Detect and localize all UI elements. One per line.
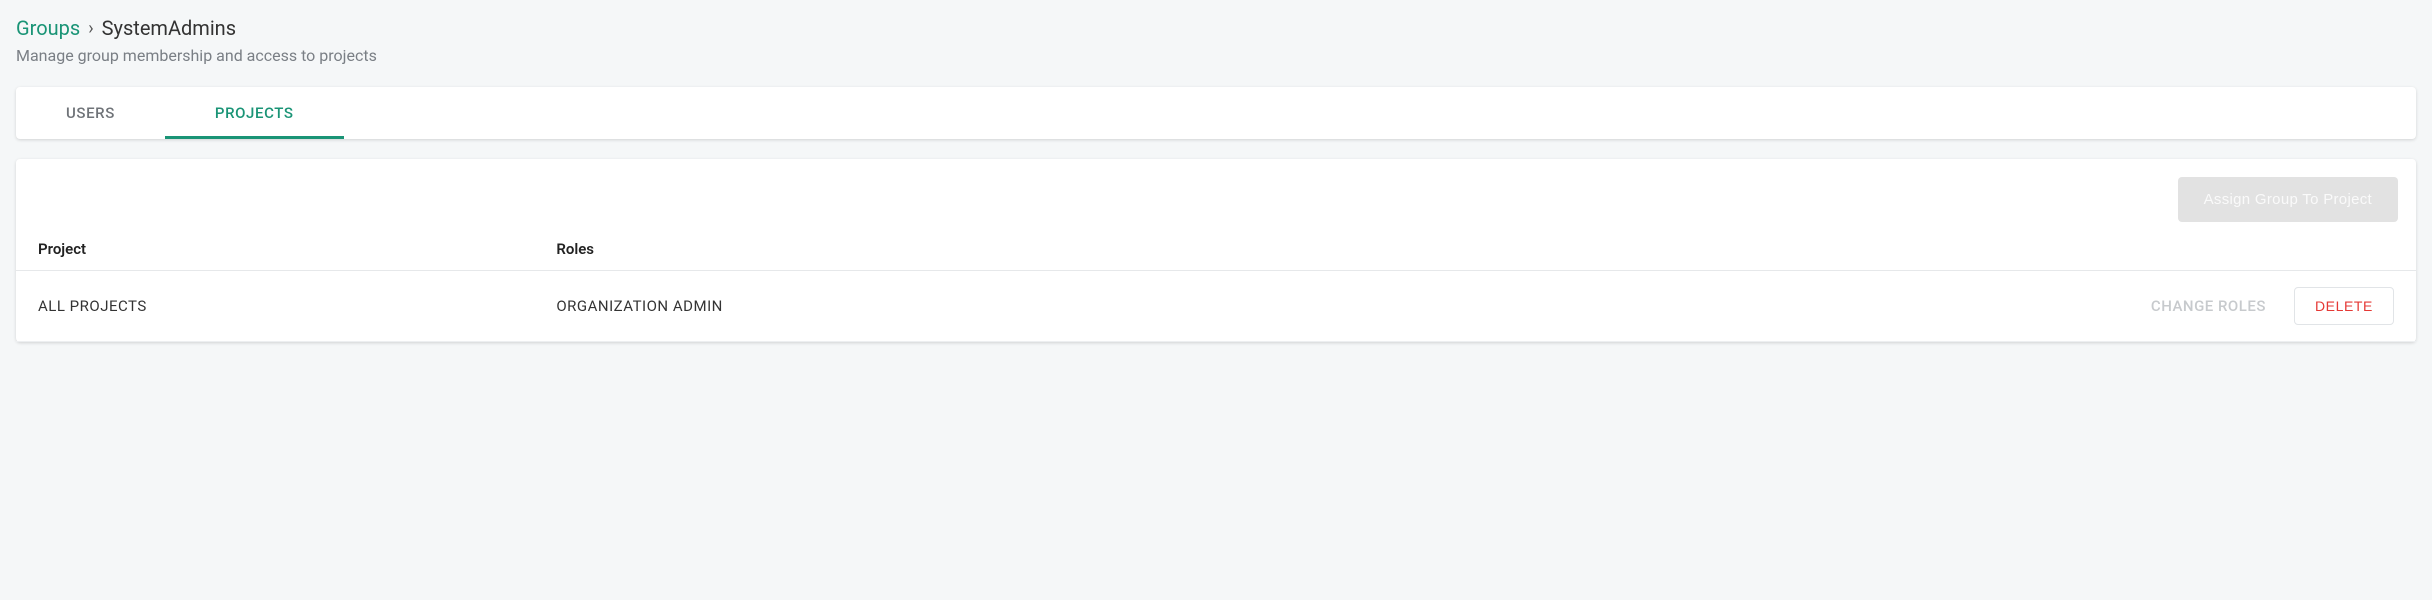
tab-projects[interactable]: PROJECTS xyxy=(165,87,344,139)
breadcrumb-current: SystemAdmins xyxy=(102,16,236,40)
row-actions: CHANGE ROLES DELETE xyxy=(2151,287,2394,325)
cell-project: ALL PROJECTS xyxy=(38,297,556,315)
delete-button[interactable]: DELETE xyxy=(2294,287,2394,325)
breadcrumb-root-link[interactable]: Groups xyxy=(16,16,80,40)
cell-roles: ORGANIZATION ADMIN xyxy=(556,297,2151,315)
column-header-roles: Roles xyxy=(556,240,2394,258)
assign-group-to-project-button[interactable]: Assign Group To Project xyxy=(2178,177,2398,222)
table-header: Project Roles xyxy=(16,222,2416,271)
projects-card: Assign Group To Project Project Roles AL… xyxy=(16,159,2416,342)
breadcrumb: Groups › SystemAdmins xyxy=(16,16,2416,40)
change-roles-button[interactable]: CHANGE ROLES xyxy=(2151,297,2266,315)
tabs-container: USERS PROJECTS xyxy=(16,87,2416,139)
tab-users[interactable]: USERS xyxy=(16,87,165,139)
column-header-project: Project xyxy=(38,240,556,258)
table-row: ALL PROJECTS ORGANIZATION ADMIN CHANGE R… xyxy=(16,271,2416,342)
breadcrumb-separator: › xyxy=(88,18,93,39)
card-toolbar: Assign Group To Project xyxy=(16,159,2416,222)
page-subtitle: Manage group membership and access to pr… xyxy=(16,46,2416,65)
